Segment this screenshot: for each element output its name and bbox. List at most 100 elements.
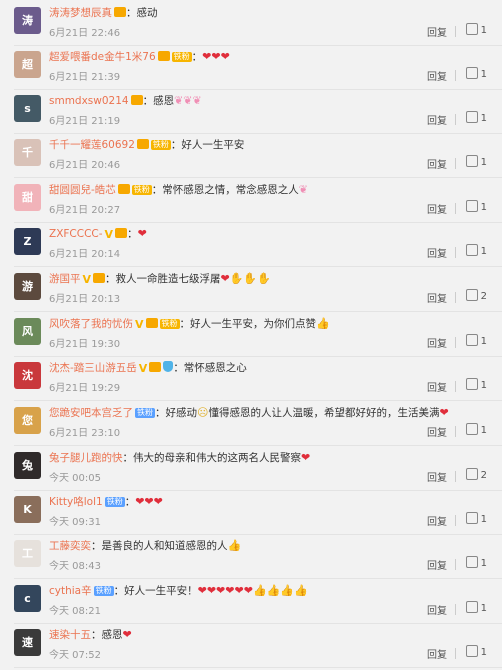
like-button[interactable]: 1 — [465, 423, 487, 436]
avatar[interactable]: Z — [14, 228, 41, 255]
username-link[interactable]: 游国平 — [49, 273, 81, 285]
reply-button[interactable]: 回复 — [427, 557, 447, 572]
avatar[interactable]: 兔 — [14, 452, 41, 479]
avatar[interactable]: s — [14, 95, 41, 122]
username-link[interactable]: 涛涛梦想辰真 — [49, 7, 112, 19]
avatar-initial: 沈 — [22, 369, 33, 382]
comment-time: 6月21日 22:46 — [49, 28, 121, 39]
reply-button[interactable]: 回复 — [427, 602, 447, 617]
avatar[interactable]: 甜 — [14, 184, 41, 211]
comment-text: ：常怀感恩之情，常念感恩之人 — [151, 184, 299, 196]
username-link[interactable]: ZXFCCCC- — [49, 228, 103, 240]
like-button[interactable]: 1 — [465, 111, 487, 124]
avatar[interactable]: 您 — [14, 407, 41, 434]
comment-content: 速染十五：感恩❤ — [49, 627, 459, 643]
like-button[interactable]: 1 — [465, 512, 487, 525]
username-link[interactable]: 风吹落了我的忧伤 — [49, 318, 133, 330]
comment-text: ：伟大的母亲和伟大的这两名人民警察 — [122, 452, 302, 464]
like-button[interactable]: 1 — [465, 334, 487, 347]
comment-content: 涛涛梦想辰真 ：感动 — [49, 5, 459, 21]
username-link[interactable]: 工藤奕奕 — [49, 540, 91, 552]
like-button[interactable]: 2 — [465, 468, 487, 481]
avatar-initial: 您 — [22, 414, 33, 427]
avatar[interactable]: 风 — [14, 318, 41, 345]
like-button[interactable]: 1 — [465, 556, 487, 569]
avatar[interactable]: 工 — [14, 540, 41, 567]
avatar[interactable]: K — [14, 496, 41, 523]
avatar[interactable]: 超 — [14, 51, 41, 78]
avatar[interactable]: 涛 — [14, 7, 41, 34]
username-link[interactable]: 兔子腿儿跑的快 — [49, 452, 123, 464]
username-link[interactable]: Kitty咯lol1 — [49, 496, 103, 508]
username-link[interactable]: cythia辛 — [49, 585, 92, 597]
thumbs-up-icon: 👍👍👍👍 — [252, 584, 308, 597]
red-heart-icon: ❤✋✋✋ — [220, 272, 271, 285]
like-button[interactable]: 1 — [465, 601, 487, 614]
avatar[interactable]: 速 — [14, 629, 41, 656]
verified-v-icon: V — [104, 228, 114, 241]
comment-item: 甜 甜圆圆兒-皓芯 铁粉 ：常怀感恩之情，常念感恩之人❦ 6月21日 20:27 回复 1 — [0, 179, 502, 223]
reply-button[interactable]: 回复 — [427, 245, 447, 260]
comment-item: Z ZXFCCCC- V ：❤ 6月21日 20:14 回复 1 — [0, 223, 502, 267]
username-link[interactable]: 千千一耀莲60692 — [49, 139, 135, 151]
reply-button[interactable]: 回复 — [427, 112, 447, 127]
reply-button[interactable]: 回复 — [427, 379, 447, 394]
reply-button[interactable]: 回复 — [427, 24, 447, 39]
row-divider — [14, 177, 502, 178]
avatar-initial: 涛 — [22, 14, 33, 27]
row-divider — [14, 667, 502, 668]
comment-content: smmdxsw0214 ：感恩❦❦❦ — [49, 93, 459, 109]
avatar[interactable]: 沈 — [14, 362, 41, 389]
reply-button[interactable]: 回复 — [427, 156, 447, 171]
comment-text-continued: 懂得感恩的人让人温暖，希望都好好的，生活美满 — [208, 407, 440, 419]
username-link[interactable]: smmdxsw0214 — [49, 95, 129, 107]
like-button[interactable]: 1 — [465, 67, 487, 80]
vip-crown-icon — [157, 51, 170, 61]
like-button[interactable]: 1 — [465, 645, 487, 658]
like-button[interactable]: 1 — [465, 23, 487, 36]
thumbs-up-icon — [465, 244, 478, 256]
reply-button[interactable]: 回复 — [427, 424, 447, 439]
separator — [455, 203, 456, 214]
reply-button[interactable]: 回复 — [427, 335, 447, 350]
fan-badge: 铁粉 — [150, 140, 171, 150]
reply-button[interactable]: 回复 — [427, 513, 447, 528]
comment-item: 千 千千一耀莲60692 铁粉 ：好人一生平安 6月21日 20:46 回复 1 — [0, 134, 502, 178]
like-button[interactable]: 2 — [465, 289, 487, 302]
fan-badge: 铁粉 — [104, 497, 125, 507]
username-link[interactable]: 超爱喂番de金牛1米76 — [49, 51, 156, 63]
avatar-initial: 兔 — [22, 459, 33, 472]
reply-button[interactable]: 回复 — [427, 646, 447, 661]
like-count: 1 — [480, 380, 487, 391]
avatar-initial: c — [24, 592, 31, 605]
comment-content: Kitty咯lol1 铁粉 ：❤❤❤ — [49, 494, 459, 510]
comment-item: 兔 兔子腿儿跑的快：伟大的母亲和伟大的这两名人民警察❤ 今天 00:05 回复 2 — [0, 447, 502, 491]
username-link[interactable]: 您跪安吧本宫乏了 — [49, 407, 133, 419]
avatar[interactable]: 游 — [14, 273, 41, 300]
comment-item: 超 超爱喂番de金牛1米76 铁粉 ：❤❤❤ 6月21日 21:39 回复 1 — [0, 46, 502, 90]
comment-text: ：好人一生平安，为你们点赞 — [179, 318, 317, 330]
vip-crown-icon — [117, 184, 130, 194]
comment-content: ZXFCCCC- V ：❤ — [49, 226, 459, 243]
like-button[interactable]: 1 — [465, 155, 487, 168]
username-link[interactable]: 甜圆圆兒-皓芯 — [49, 184, 116, 196]
reply-button[interactable]: 回复 — [427, 201, 447, 216]
separator — [455, 247, 456, 258]
vip-crown-icon — [149, 362, 162, 372]
avatar[interactable]: c — [14, 585, 41, 612]
like-button[interactable]: 1 — [465, 244, 487, 257]
comment-item: 速 速染十五：感恩❤ 今天 07:52 回复 1 — [0, 624, 502, 668]
reply-button[interactable]: 回复 — [427, 290, 447, 305]
like-button[interactable]: 1 — [465, 200, 487, 213]
username-link[interactable]: 速染十五 — [49, 629, 91, 641]
red-heart-icon: ❤ — [439, 406, 449, 419]
fan-badge: 铁粉 — [159, 319, 180, 329]
comment-time: 今天 07:52 — [49, 650, 101, 661]
username-link[interactable]: 沈杰-踏三山游五岳 — [49, 362, 137, 374]
separator — [455, 70, 456, 81]
like-button[interactable]: 1 — [465, 378, 487, 391]
avatar-initial: s — [24, 102, 31, 115]
reply-button[interactable]: 回复 — [427, 68, 447, 83]
avatar[interactable]: 千 — [14, 139, 41, 166]
reply-button[interactable]: 回复 — [427, 469, 447, 484]
